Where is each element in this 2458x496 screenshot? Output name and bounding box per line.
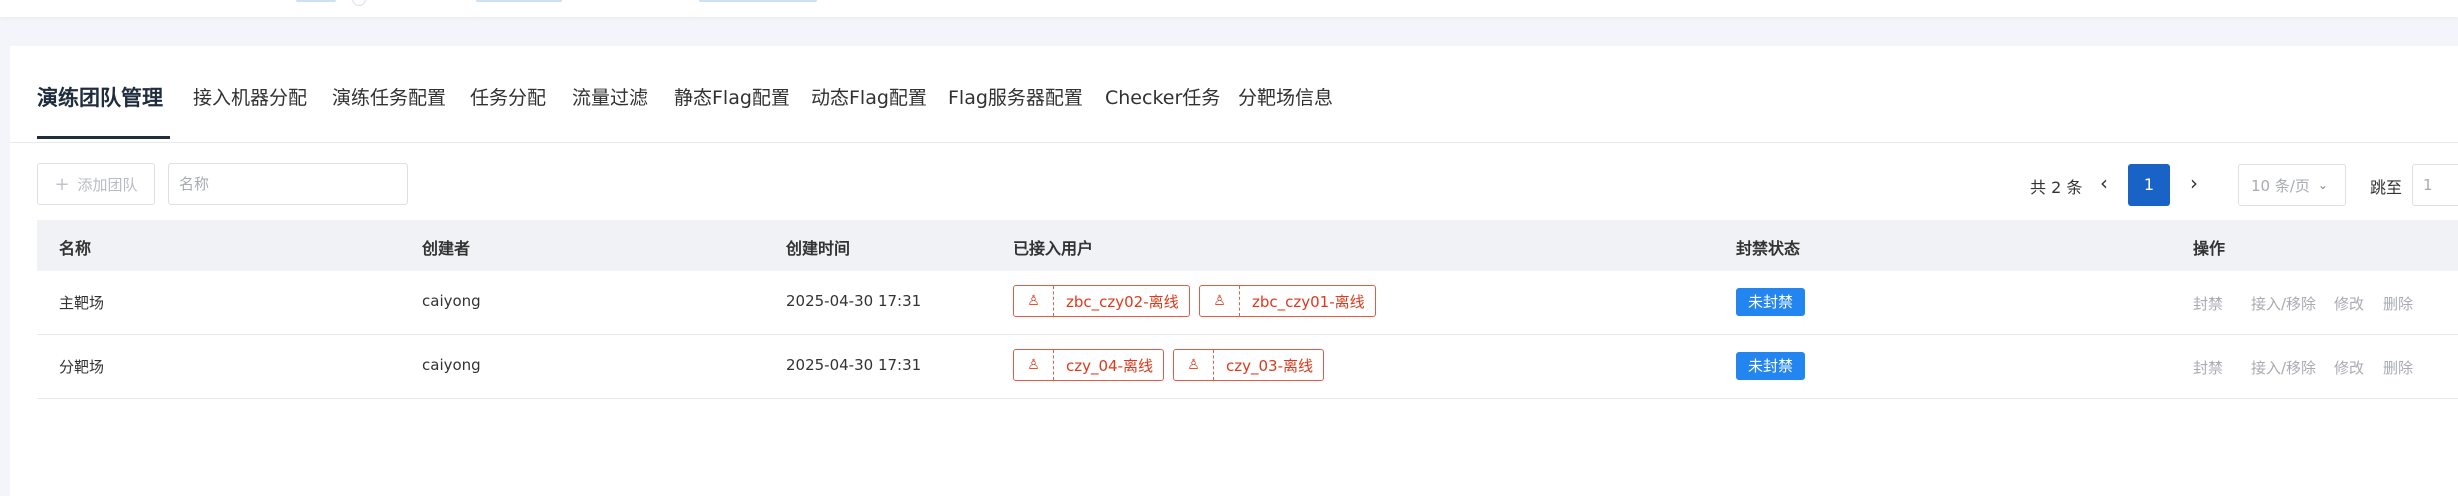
chevron-down-icon: ⌄	[2317, 178, 2328, 192]
page-size-value: 10 条/页	[2251, 176, 2310, 195]
edit-link[interactable]: 修改	[2334, 293, 2364, 314]
header-circle-icon	[352, 0, 366, 6]
user-icon: ♙	[1174, 350, 1214, 380]
pager-next-icon[interactable]: ›	[2182, 168, 2206, 198]
tab-drill-task-config[interactable]: 演练任务配置	[332, 83, 446, 110]
cell-creator: caiyong	[422, 356, 481, 374]
col-connected-users: 已接入用户	[1013, 239, 1094, 258]
active-tab-indicator	[37, 136, 170, 139]
tab-static-flag-config[interactable]: 静态Flag配置	[674, 83, 790, 110]
cell-created: 2025-04-30 17:31	[786, 356, 922, 374]
ban-link[interactable]: 封禁	[2193, 293, 2223, 314]
team-table: 名称 创建者 创建时间 已接入用户 封禁状态 操作 主靶场 caiyong 20…	[37, 220, 2458, 399]
table-row: 分靶场 caiyong 2025-04-30 17:31 ♙ czy_04-离线…	[37, 335, 2458, 399]
col-creator: 创建者	[422, 239, 471, 258]
user-tag[interactable]: ♙ zbc_czy02-离线	[1013, 285, 1190, 317]
header-chip	[476, 0, 562, 2]
col-created-time: 创建时间	[786, 239, 851, 258]
edit-link[interactable]: 修改	[2334, 357, 2364, 378]
add-team-label: 添加团队	[77, 175, 138, 194]
pager-jump-label: 跳至	[2370, 178, 2403, 197]
cell-name: 主靶场	[59, 294, 105, 312]
col-actions: 操作	[2193, 239, 2226, 258]
plus-icon: +	[54, 173, 70, 195]
user-tag-label: czy_04-离线	[1066, 356, 1153, 375]
user-icon: ♙	[1200, 286, 1240, 316]
col-ban-status: 封禁状态	[1736, 239, 1801, 258]
ban-link[interactable]: 封禁	[2193, 357, 2223, 378]
user-icon: ♙	[1014, 286, 1054, 316]
cell-creator: caiyong	[422, 292, 481, 310]
top-header-remnant	[0, 0, 2458, 17]
user-tag[interactable]: ♙ czy_04-离线	[1013, 349, 1164, 381]
tab-dynamic-flag-config[interactable]: 动态Flag配置	[811, 83, 927, 110]
user-icon: ♙	[1014, 350, 1054, 380]
status-badge: 未封禁	[1736, 288, 1806, 316]
user-tag-label: zbc_czy02-离线	[1066, 292, 1179, 311]
table-header: 名称 创建者 创建时间 已接入用户 封禁状态 操作	[37, 220, 2458, 271]
table-row: 主靶场 caiyong 2025-04-30 17:31 ♙ zbc_czy02…	[37, 271, 2458, 335]
tab-machine-assignment[interactable]: 接入机器分配	[193, 83, 307, 110]
pager-jump-input[interactable]: 1	[2412, 164, 2458, 206]
connect-remove-link[interactable]: 接入/移除	[2251, 293, 2316, 314]
header-chip	[699, 0, 817, 2]
tab-sub-range-info[interactable]: 分靶场信息	[1238, 83, 1333, 110]
tab-team-management[interactable]: 演练团队管理	[37, 82, 163, 112]
tab-traffic-filter[interactable]: 流量过滤	[572, 83, 648, 110]
user-tag[interactable]: ♙ czy_03-离线	[1173, 349, 1324, 381]
add-team-button[interactable]: + 添加团队	[37, 163, 155, 205]
header-chip	[296, 0, 336, 2]
status-badge: 未封禁	[1736, 352, 1806, 380]
pager-current-page[interactable]: 1	[2128, 164, 2170, 206]
cell-name: 分靶场	[59, 358, 105, 376]
tab-flag-server-config[interactable]: Flag服务器配置	[948, 83, 1083, 110]
delete-link[interactable]: 删除	[2383, 293, 2413, 314]
user-tag[interactable]: ♙ zbc_czy01-离线	[1199, 285, 1376, 317]
name-search-input[interactable]	[168, 163, 408, 205]
page-size-select[interactable]: 10 条/页 ⌄	[2238, 164, 2346, 206]
user-tag-label: czy_03-离线	[1226, 356, 1313, 375]
user-tag-label: zbc_czy01-离线	[1252, 292, 1365, 311]
pager-prev-icon[interactable]: ‹	[2092, 168, 2116, 198]
cell-created: 2025-04-30 17:31	[786, 292, 922, 310]
tab-task-assignment[interactable]: 任务分配	[470, 83, 546, 110]
tab-checker-task[interactable]: Checker任务	[1105, 83, 1220, 110]
col-name: 名称	[59, 239, 92, 258]
pager-total: 共 2 条	[2030, 178, 2083, 197]
tab-bar: 演练团队管理 接入机器分配 演练任务配置 任务分配 流量过滤 静态Flag配置 …	[10, 46, 2458, 143]
connect-remove-link[interactable]: 接入/移除	[2251, 357, 2316, 378]
main-card: 演练团队管理 接入机器分配 演练任务配置 任务分配 流量过滤 静态Flag配置 …	[10, 46, 2458, 496]
delete-link[interactable]: 删除	[2383, 357, 2413, 378]
